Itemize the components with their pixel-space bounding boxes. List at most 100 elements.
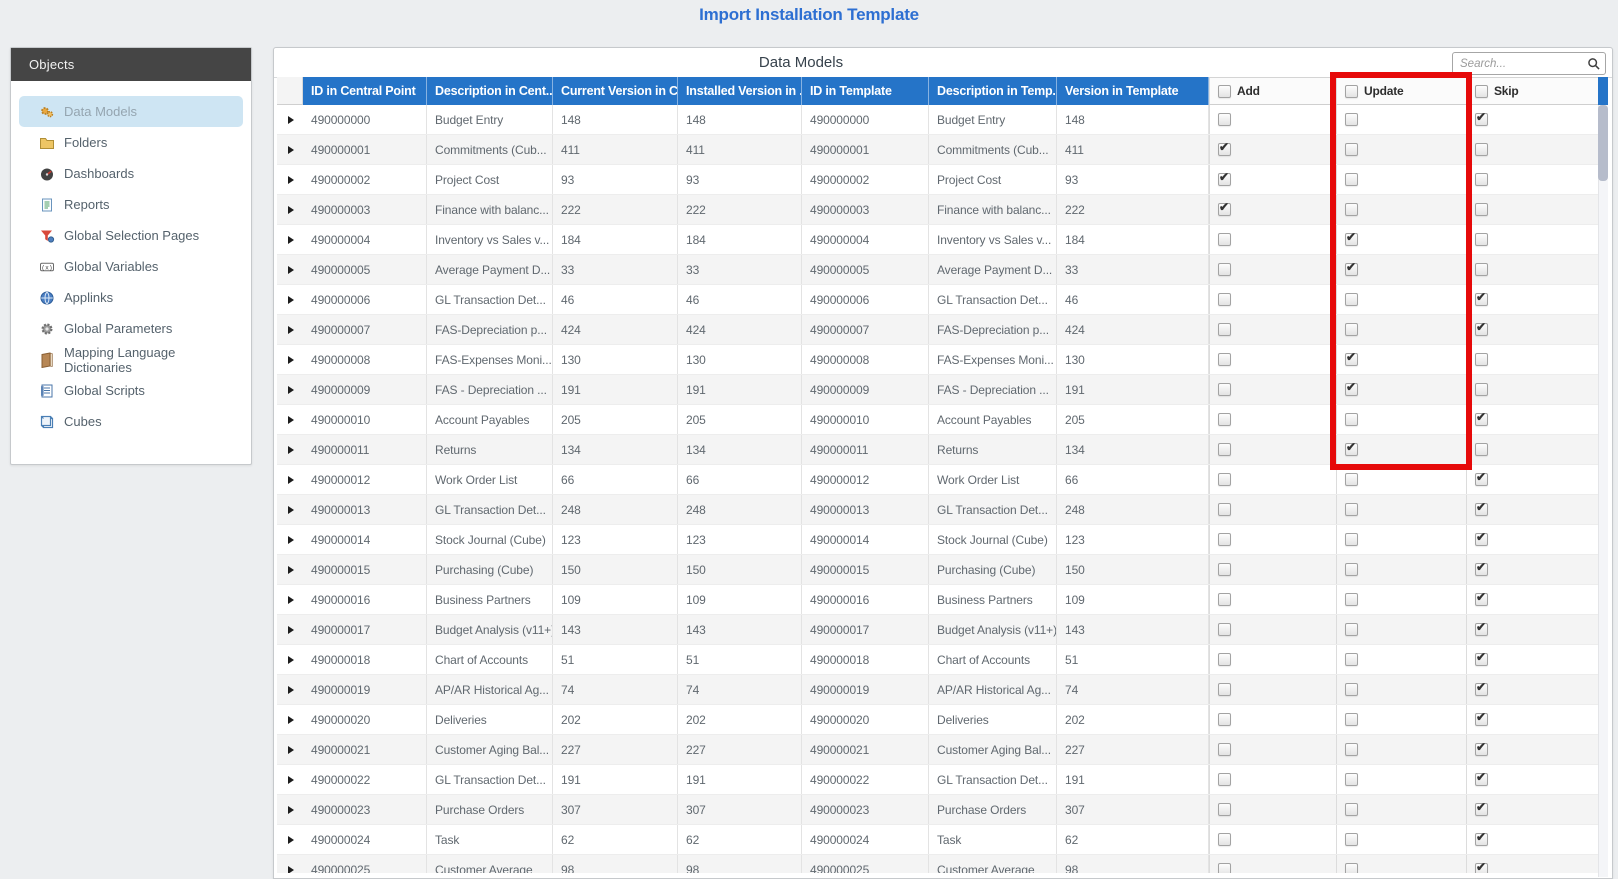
update-checkbox[interactable] xyxy=(1345,833,1358,846)
row-expander[interactable] xyxy=(277,435,303,464)
skip-checkbox[interactable] xyxy=(1475,203,1488,216)
row-expander[interactable] xyxy=(277,525,303,554)
sidebar-item-global-selection-pages[interactable]: Global Selection Pages xyxy=(19,220,243,251)
add-checkbox[interactable] xyxy=(1218,113,1231,126)
table-row[interactable]: 490000002Project Cost9393490000002Projec… xyxy=(277,165,1598,195)
column-header-installed-version-in[interactable]: Installed Version in ... xyxy=(678,77,802,105)
row-expander[interactable] xyxy=(277,225,303,254)
skip-checkbox[interactable] xyxy=(1475,353,1488,366)
update-checkbox[interactable] xyxy=(1345,353,1358,366)
table-row[interactable]: 490000008FAS-Expenses Moni...13013049000… xyxy=(277,345,1598,375)
skip-checkbox[interactable] xyxy=(1475,473,1488,486)
add-checkbox[interactable] xyxy=(1218,533,1231,546)
table-row[interactable]: 490000023Purchase Orders307307490000023P… xyxy=(277,795,1598,825)
table-row[interactable]: 490000015Purchasing (Cube)15015049000001… xyxy=(277,555,1598,585)
row-expander[interactable] xyxy=(277,765,303,794)
sidebar-item-applinks[interactable]: Applinks xyxy=(19,282,243,313)
sidebar-item-global-parameters[interactable]: Global Parameters xyxy=(19,313,243,344)
row-expander[interactable] xyxy=(277,855,303,873)
row-expander[interactable] xyxy=(277,615,303,644)
add-checkbox[interactable] xyxy=(1218,293,1231,306)
table-row[interactable]: 490000000Budget Entry148148490000000Budg… xyxy=(277,105,1598,135)
row-expander[interactable] xyxy=(277,165,303,194)
add-checkbox[interactable] xyxy=(1218,563,1231,576)
table-row[interactable]: 490000003Finance with balanc...222222490… xyxy=(277,195,1598,225)
update-checkbox[interactable] xyxy=(1345,653,1358,666)
add-checkbox[interactable] xyxy=(1218,503,1231,516)
row-expander[interactable] xyxy=(277,135,303,164)
row-expander[interactable] xyxy=(277,195,303,224)
add-checkbox[interactable] xyxy=(1218,623,1231,636)
search-input[interactable] xyxy=(1453,58,1583,70)
update-checkbox[interactable] xyxy=(1345,533,1358,546)
update-checkbox[interactable] xyxy=(1345,623,1358,636)
table-row[interactable]: 490000024Task6262490000024Task62 xyxy=(277,825,1598,855)
add-checkbox[interactable] xyxy=(1218,743,1231,756)
add-checkbox[interactable] xyxy=(1218,383,1231,396)
add-checkbox[interactable] xyxy=(1218,203,1231,216)
skip-checkbox[interactable] xyxy=(1475,413,1488,426)
sidebar-item-mapping-language-dictionaries[interactable]: Mapping Language Dictionaries xyxy=(19,344,243,375)
table-row[interactable]: 490000016Business Partners10910949000001… xyxy=(277,585,1598,615)
row-expander[interactable] xyxy=(277,705,303,734)
table-row[interactable]: 490000010Account Payables205205490000010… xyxy=(277,405,1598,435)
add-checkbox[interactable] xyxy=(1218,143,1231,156)
update-checkbox[interactable] xyxy=(1345,713,1358,726)
skip-checkbox[interactable] xyxy=(1475,773,1488,786)
row-expander[interactable] xyxy=(277,735,303,764)
update-checkbox[interactable] xyxy=(1345,743,1358,756)
update-checkbox[interactable] xyxy=(1345,413,1358,426)
sidebar-item-dashboards[interactable]: Dashboards xyxy=(19,158,243,189)
skip-checkbox[interactable] xyxy=(1475,113,1488,126)
row-expander[interactable] xyxy=(277,675,303,704)
skip-checkbox[interactable] xyxy=(1475,503,1488,516)
table-row[interactable]: 490000004Inventory vs Sales v...18418449… xyxy=(277,225,1598,255)
add-checkbox[interactable] xyxy=(1218,443,1231,456)
skip-checkbox[interactable] xyxy=(1475,233,1488,246)
skip-checkbox[interactable] xyxy=(1475,143,1488,156)
update-checkbox[interactable] xyxy=(1345,773,1358,786)
add-checkbox[interactable] xyxy=(1218,833,1231,846)
table-row[interactable]: 490000022GL Transaction Det...1911914900… xyxy=(277,765,1598,795)
table-row[interactable]: 490000021Customer Aging Bal...2272274900… xyxy=(277,735,1598,765)
table-row[interactable]: 490000020Deliveries202202490000020Delive… xyxy=(277,705,1598,735)
add-select-all-checkbox[interactable] xyxy=(1218,85,1231,98)
sidebar-item-global-variables[interactable]: (x)Global Variables xyxy=(19,251,243,282)
table-row[interactable]: 490000009FAS - Depreciation ...191191490… xyxy=(277,375,1598,405)
add-checkbox[interactable] xyxy=(1218,683,1231,696)
skip-checkbox[interactable] xyxy=(1475,683,1488,696)
table-row[interactable]: 490000025Customer Average9898490000025Cu… xyxy=(277,855,1598,873)
scrollbar-thumb[interactable] xyxy=(1598,105,1608,181)
sidebar-item-reports[interactable]: Reports xyxy=(19,189,243,220)
add-checkbox[interactable] xyxy=(1218,593,1231,606)
row-expander[interactable] xyxy=(277,255,303,284)
update-checkbox[interactable] xyxy=(1345,203,1358,216)
skip-checkbox[interactable] xyxy=(1475,803,1488,816)
skip-checkbox[interactable] xyxy=(1475,173,1488,186)
sidebar-item-cubes[interactable]: Cubes xyxy=(19,406,243,437)
table-row[interactable]: 490000001Commitments (Cub...411411490000… xyxy=(277,135,1598,165)
skip-checkbox[interactable] xyxy=(1475,653,1488,666)
skip-checkbox[interactable] xyxy=(1475,323,1488,336)
update-select-all-checkbox[interactable] xyxy=(1345,85,1358,98)
sidebar-item-data-models[interactable]: Data Models xyxy=(19,96,243,127)
column-header-description-in-cent[interactable]: Description in Cent... xyxy=(427,77,553,105)
column-header-current-version-in-c[interactable]: Current Version in C... xyxy=(553,77,678,105)
add-checkbox[interactable] xyxy=(1218,263,1231,276)
table-row[interactable]: 490000007FAS-Depreciation p...4244244900… xyxy=(277,315,1598,345)
row-expander[interactable] xyxy=(277,465,303,494)
update-checkbox[interactable] xyxy=(1345,323,1358,336)
row-expander[interactable] xyxy=(277,285,303,314)
skip-checkbox[interactable] xyxy=(1475,443,1488,456)
skip-checkbox[interactable] xyxy=(1475,713,1488,726)
add-checkbox[interactable] xyxy=(1218,803,1231,816)
sidebar-item-folders[interactable]: Folders xyxy=(19,127,243,158)
row-expander[interactable] xyxy=(277,585,303,614)
column-header-id-in-central-point[interactable]: ID in Central Point xyxy=(303,77,427,105)
row-expander[interactable] xyxy=(277,405,303,434)
update-checkbox[interactable] xyxy=(1345,113,1358,126)
skip-checkbox[interactable] xyxy=(1475,623,1488,636)
update-checkbox[interactable] xyxy=(1345,683,1358,696)
column-header-id-in-template[interactable]: ID in Template xyxy=(802,77,929,105)
table-row[interactable]: 490000012Work Order List6666490000012Wor… xyxy=(277,465,1598,495)
